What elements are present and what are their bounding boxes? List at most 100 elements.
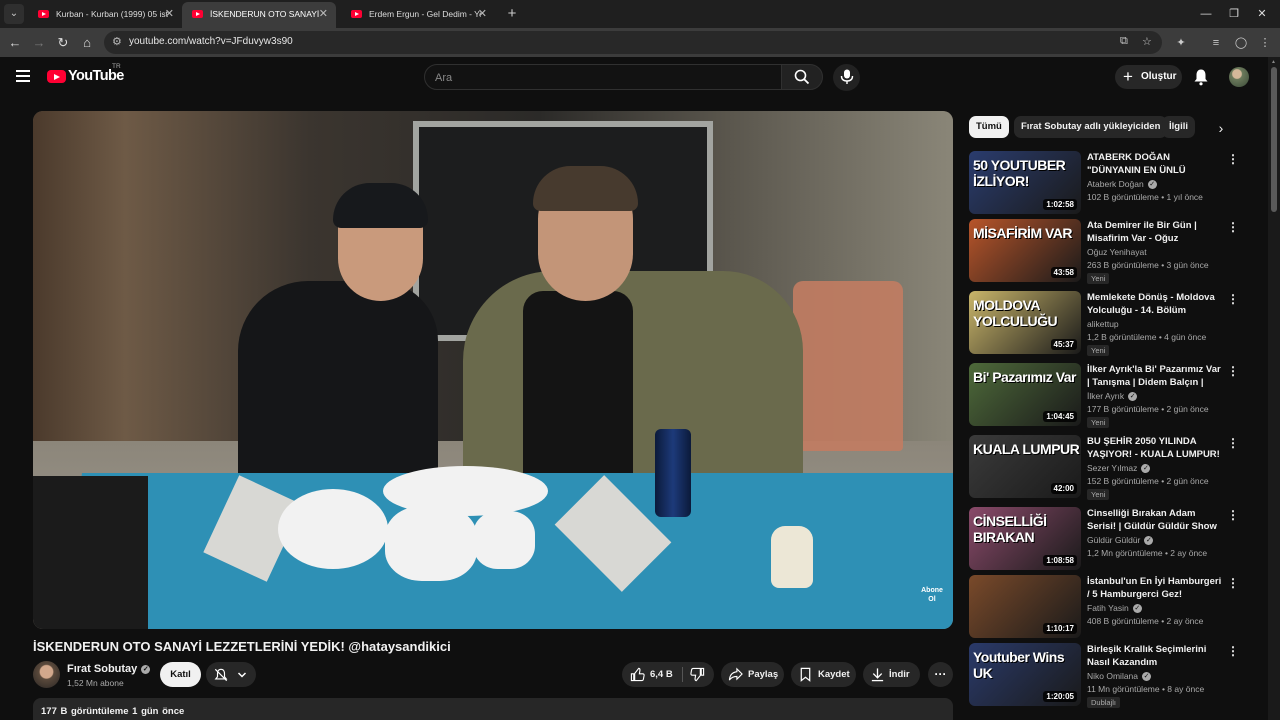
tab-close-icon[interactable]: ✕ [165, 2, 174, 26]
recommendation-item[interactable]: Youtuber Wins UK 1:20:05 Birleşik Krallık … [969, 643, 1244, 708]
new-tab-button[interactable]: + [504, 4, 520, 24]
recommendation-channel[interactable]: Ataberk Doğan ✓ [1087, 179, 1157, 190]
chip-from-uploader[interactable]: Fırat Sobutay adlı yükleyiciden [1014, 116, 1168, 138]
video-thumbnail[interactable]: CİNSELLİĞİ BIRAKAN 1:08:58 [969, 507, 1081, 570]
browser-menu-icon[interactable]: ⋮ [1256, 34, 1274, 52]
recommendation-item[interactable]: CİNSELLİĞİ BIRAKAN 1:08:58 Cinselliği Bıra… [969, 507, 1244, 571]
recommendation-title[interactable]: ATABERK DOĞAN "DÜNYANIN EN ÜNLÜ YOUTUBER… [1087, 151, 1222, 177]
voice-search-button[interactable] [833, 64, 860, 91]
subscribe-watermark[interactable]: Abone Ol [919, 586, 945, 612]
account-avatar[interactable] [1229, 67, 1249, 87]
video-thumbnail[interactable]: Bi' Pazarımız Var 1:04:45 [969, 363, 1081, 426]
recommendation-item[interactable]: 50 YOUTUBER İZLİYOR! 1:02:58 ATABERK DOĞAN… [969, 151, 1244, 215]
verified-check-icon: ✓ [1141, 464, 1151, 474]
search-icon [794, 69, 810, 85]
home-icon[interactable]: ⌂ [76, 32, 98, 54]
recommendation-title[interactable]: Ata Demirer ile Bir Gün | Misafirim Var … [1087, 219, 1222, 245]
reload-icon[interactable]: ↻ [52, 32, 74, 54]
chevron-down-icon [237, 671, 247, 678]
guide-menu-icon[interactable] [16, 70, 30, 82]
kebab-menu-icon[interactable]: ⋮ [1227, 507, 1239, 523]
recommendation-channel[interactable]: alikettup [1087, 319, 1119, 329]
recommendation-meta: 11 Mn görüntüleme • 8 ay önce [1087, 684, 1205, 694]
video-thumbnail[interactable]: Youtuber Wins UK 1:20:05 [969, 643, 1081, 706]
more-actions-icon[interactable]: ··· [928, 662, 953, 687]
kebab-menu-icon[interactable]: ⋮ [1227, 291, 1239, 307]
recommendation-channel[interactable]: Niko Omilana ✓ [1087, 671, 1152, 682]
forward-icon[interactable]: → [28, 32, 50, 54]
tab-search-icon[interactable]: ⌄ [4, 4, 24, 24]
recommendation-item[interactable]: 1:10:17 İstanbul'un En İyi Hamburgeri / 5… [969, 575, 1244, 639]
tab-title: Kurban - Kurban (1999) 05 isteme [56, 9, 168, 19]
recommendation-title[interactable]: Cinselliği Bırakan Adam Serisi! | Güldür… [1087, 507, 1222, 533]
chip-related[interactable]: İlgili [1162, 116, 1195, 138]
browser-tabstrip: ⌄ Kurban - Kurban (1999) 05 isteme ✕ İSK… [0, 0, 1280, 28]
browser-tab-active[interactable]: İSKENDERUN OTO SANAYİ LEZZ ✕ [182, 2, 336, 28]
browser-tab[interactable]: Kurban - Kurban (1999) 05 isteme ✕ [28, 2, 182, 28]
video-thumbnail[interactable]: MİSAFİRİM VAR 43:58 [969, 219, 1081, 282]
recommendation-channel[interactable]: Oğuz Yenihayat [1087, 247, 1147, 257]
kebab-menu-icon[interactable]: ⋮ [1227, 363, 1239, 379]
recommendation-channel[interactable]: Güldür Güldür ✓ [1087, 535, 1154, 546]
browser-tab[interactable]: Erdem Ergun - Gel Dedim - You ✕ [341, 2, 495, 28]
like-divider [682, 667, 683, 682]
recommendation-channel[interactable]: Sezer Yılmaz ✓ [1087, 463, 1151, 474]
extensions-icon[interactable]: ✦ [1172, 34, 1190, 52]
channel-name[interactable]: Fırat Sobutay ✓ [67, 663, 151, 675]
media-controls-icon[interactable]: ≡ [1207, 34, 1225, 52]
video-thumbnail[interactable]: 1:10:17 [969, 575, 1081, 638]
save-button[interactable]: Kaydet [791, 662, 856, 687]
recommendation-title[interactable]: BU ŞEHİR 2050 YILINDA YAŞIYOR! - KUALA L… [1087, 435, 1222, 461]
recommendation-channel[interactable]: İlker Ayrık ✓ [1087, 391, 1138, 402]
kebab-menu-icon[interactable]: ⋮ [1227, 435, 1239, 451]
recommendation-item[interactable]: Bi' Pazarımız Var 1:04:45 İlker Ayrık'la B… [969, 363, 1244, 428]
minimize-icon[interactable]: — [1196, 4, 1216, 24]
scrollbar-thumb[interactable] [1271, 67, 1277, 212]
search-box [424, 64, 782, 90]
page-scrollbar[interactable]: ▲ [1268, 57, 1280, 720]
join-button[interactable]: Katıl [160, 662, 201, 687]
kebab-menu-icon[interactable]: ⋮ [1227, 219, 1239, 235]
share-button[interactable]: Paylaş [721, 662, 784, 687]
video-thumbnail[interactable]: MOLDOVA YOLCULUĞU 45:37 [969, 291, 1081, 354]
dislike-button[interactable] [684, 662, 714, 687]
download-button[interactable]: İndir [863, 662, 920, 687]
recommendation-channel[interactable]: Fatih Yasin ✓ [1087, 603, 1142, 614]
search-button[interactable] [781, 64, 823, 90]
tab-close-icon[interactable]: ✕ [319, 2, 328, 26]
address-bar[interactable]: ⚙ youtube.com/watch?v=JFduvyw3s90 ⧉ ☆ [104, 31, 1162, 54]
recommendation-title[interactable]: Birleşik Krallık Seçimlerini Nasıl Kazan… [1087, 643, 1222, 669]
window-close-icon[interactable]: ✕ [1252, 4, 1272, 24]
scroll-up-icon[interactable]: ▲ [1271, 59, 1276, 65]
video-thumbnail[interactable]: 50 YOUTUBER İZLİYOR! 1:02:58 [969, 151, 1081, 214]
restore-icon[interactable]: ❐ [1224, 4, 1244, 24]
search-input[interactable] [435, 68, 765, 87]
like-button[interactable]: 6,4 B [622, 662, 680, 687]
recommendation-item[interactable]: MOLDOVA YOLCULUĞU 45:37 Memlekete Dönüş - … [969, 291, 1244, 356]
save-label: Kaydet [818, 669, 850, 680]
install-app-icon[interactable]: ⧉ [1120, 35, 1128, 48]
site-info-icon[interactable]: ⚙ [112, 35, 122, 48]
recommendation-title[interactable]: Memlekete Dönüş - Moldova Yolculuğu - 14… [1087, 291, 1222, 317]
profile-icon[interactable]: ◯ [1232, 34, 1250, 52]
chevron-right-icon[interactable]: › [1211, 118, 1231, 138]
create-button[interactable]: + Oluştur [1115, 65, 1182, 89]
notifications-bell-icon[interactable] [1193, 68, 1209, 86]
recommendation-item[interactable]: MİSAFİRİM VAR 43:58 Ata Demirer ile Bir Gü… [969, 219, 1244, 284]
channel-avatar[interactable] [33, 661, 60, 688]
kebab-menu-icon[interactable]: ⋮ [1227, 575, 1239, 591]
bookmark-star-icon[interactable]: ☆ [1142, 35, 1152, 48]
chip-all[interactable]: Tümü [969, 116, 1009, 138]
notification-preferences-button[interactable] [206, 662, 256, 687]
video-frame-person-shirt [523, 291, 633, 491]
recommendation-title[interactable]: İlker Ayrık'la Bi' Pazarımız Var | Tanış… [1087, 363, 1222, 389]
recommendation-title[interactable]: İstanbul'un En İyi Hamburgeri / 5 Hambur… [1087, 575, 1222, 601]
description-box[interactable]: 177 B görüntüleme 1 gün önce [33, 698, 953, 720]
tab-close-icon[interactable]: ✕ [478, 2, 487, 26]
video-player[interactable]: Abone Ol [33, 111, 953, 629]
recommendation-item[interactable]: KUALA LUMPUR 42:00 BU ŞEHİR 2050 YILINDA Y… [969, 435, 1244, 500]
kebab-menu-icon[interactable]: ⋮ [1227, 151, 1239, 167]
back-icon[interactable]: ← [4, 32, 26, 54]
video-thumbnail[interactable]: KUALA LUMPUR 42:00 [969, 435, 1081, 498]
kebab-menu-icon[interactable]: ⋮ [1227, 643, 1239, 659]
